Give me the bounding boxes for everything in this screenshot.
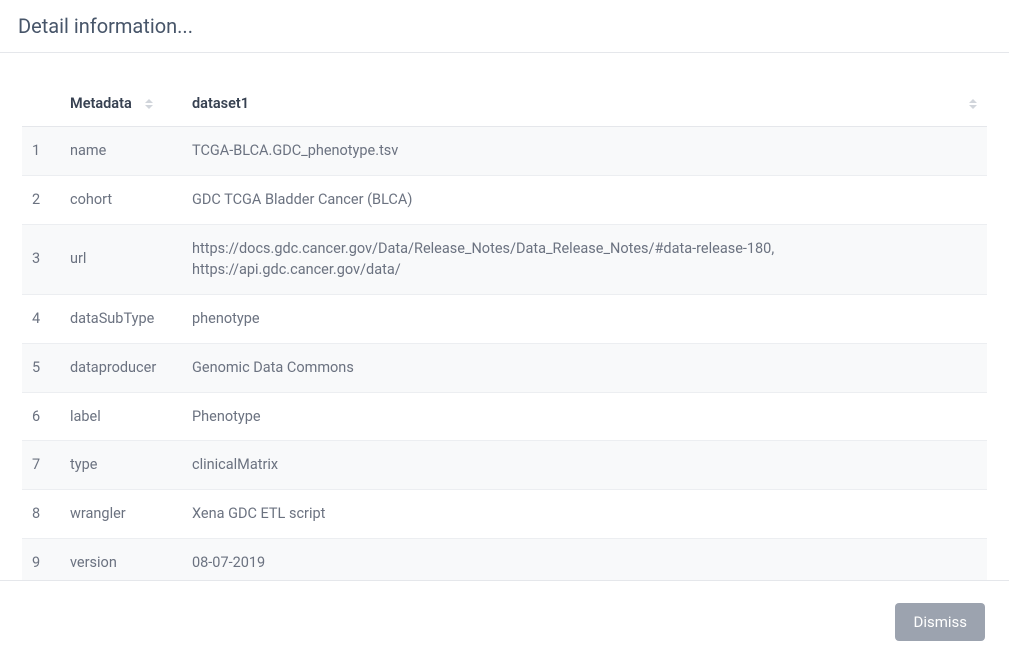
- modal-body: Metadata dataset1: [0, 53, 1009, 580]
- sort-icon[interactable]: [145, 99, 153, 109]
- dismiss-button[interactable]: Dismiss: [895, 603, 985, 641]
- table-row: 4dataSubTypephenotype: [22, 295, 987, 344]
- row-index: 3: [22, 224, 60, 295]
- column-header-metadata[interactable]: Metadata: [60, 81, 182, 127]
- dataset-value: 08-07-2019: [182, 538, 987, 580]
- metadata-key: type: [60, 441, 182, 490]
- metadata-key: cohort: [60, 175, 182, 224]
- caret-down-icon: [969, 105, 977, 109]
- metadata-key: version: [60, 538, 182, 580]
- row-index: 2: [22, 175, 60, 224]
- caret-up-icon: [145, 99, 153, 103]
- metadata-key: name: [60, 127, 182, 176]
- row-index: 4: [22, 295, 60, 344]
- column-header-dataset-label: dataset1: [192, 95, 249, 112]
- table-row: 5dataproducerGenomic Data Commons: [22, 343, 987, 392]
- dataset-value: TCGA-BLCA.GDC_phenotype.tsv: [182, 127, 987, 176]
- table-header-row: Metadata dataset1: [22, 81, 987, 127]
- table-row: 8wranglerXena GDC ETL script: [22, 490, 987, 539]
- row-index: 8: [22, 490, 60, 539]
- metadata-key: dataproducer: [60, 343, 182, 392]
- row-index: 1: [22, 127, 60, 176]
- dataset-value: clinicalMatrix: [182, 441, 987, 490]
- row-index: 9: [22, 538, 60, 580]
- row-index: 7: [22, 441, 60, 490]
- column-header-dataset[interactable]: dataset1: [182, 81, 987, 127]
- detail-modal: Detail information... Metadata dataset1: [0, 0, 1009, 663]
- dataset-value: Genomic Data Commons: [182, 343, 987, 392]
- metadata-key: url: [60, 224, 182, 295]
- caret-down-icon: [145, 105, 153, 109]
- detail-table: Metadata dataset1: [22, 81, 987, 580]
- dataset-value: GDC TCGA Bladder Cancer (BLCA): [182, 175, 987, 224]
- metadata-key: label: [60, 392, 182, 441]
- sort-icon[interactable]: [969, 99, 977, 109]
- table-body: 1nameTCGA-BLCA.GDC_phenotype.tsv2cohortG…: [22, 127, 987, 581]
- dataset-value: Xena GDC ETL script: [182, 490, 987, 539]
- metadata-key: dataSubType: [60, 295, 182, 344]
- table-row: 9version08-07-2019: [22, 538, 987, 580]
- dataset-value: Phenotype: [182, 392, 987, 441]
- row-index: 5: [22, 343, 60, 392]
- modal-footer: Dismiss: [0, 580, 1009, 663]
- metadata-key: wrangler: [60, 490, 182, 539]
- column-header-metadata-label: Metadata: [70, 95, 132, 112]
- column-header-index: [22, 81, 60, 127]
- table-row: 3urlhttps://docs.gdc.cancer.gov/Data/Rel…: [22, 224, 987, 295]
- modal-header: Detail information...: [0, 0, 1009, 53]
- dataset-value: phenotype: [182, 295, 987, 344]
- dataset-value: https://docs.gdc.cancer.gov/Data/Release…: [182, 224, 987, 295]
- modal-title: Detail information...: [18, 14, 991, 38]
- table-row: 6labelPhenotype: [22, 392, 987, 441]
- table-row: 2cohortGDC TCGA Bladder Cancer (BLCA): [22, 175, 987, 224]
- row-index: 6: [22, 392, 60, 441]
- caret-up-icon: [969, 99, 977, 103]
- table-row: 7typeclinicalMatrix: [22, 441, 987, 490]
- table-row: 1nameTCGA-BLCA.GDC_phenotype.tsv: [22, 127, 987, 176]
